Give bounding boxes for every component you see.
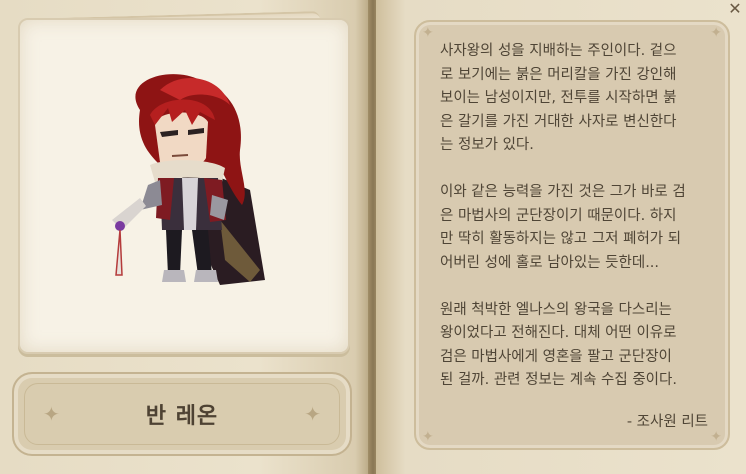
book-window: ✦ 반 레온 ✦ ✦ ✦ ✦ ✦ 사자왕의 성을 지배하는 주인이다. 겉으 로… xyxy=(0,0,746,474)
sparkle-right-icon: ✦ xyxy=(304,402,321,426)
corner-star-icon: ✦ xyxy=(422,429,434,445)
description-text: 사자왕의 성을 지배하는 주인이다. 겉으 로 보기에는 붉은 머리칼을 가진 … xyxy=(440,40,732,416)
sparkle-left-icon: ✦ xyxy=(43,402,60,426)
description-paragraph: 사자왕의 성을 지배하는 주인이다. 겉으 로 보기에는 붉은 머리칼을 가진 … xyxy=(440,43,677,153)
description-author: - 조사원 리트 xyxy=(626,414,708,430)
description-paragraph: 이와 같은 능력을 가진 것은 그가 바로 검 은 마법사의 군단장이기 때문이… xyxy=(440,184,686,271)
character-portrait xyxy=(112,74,265,285)
corner-star-icon: ✦ xyxy=(710,429,722,445)
character-name: 반 레온 xyxy=(145,404,219,429)
close-icon[interactable]: ✕ xyxy=(726,0,744,18)
description-paragraph: 원래 척박한 엘나스의 왕국을 다스리는 왕이었다고 전해진다. 대체 어떤 이… xyxy=(440,301,677,389)
name-plate: ✦ 반 레온 ✦ xyxy=(12,372,352,456)
corner-star-icon: ✦ xyxy=(710,25,722,41)
corner-star-icon: ✦ xyxy=(422,25,434,41)
name-plate-inner: ✦ 반 레온 ✦ xyxy=(24,383,340,445)
